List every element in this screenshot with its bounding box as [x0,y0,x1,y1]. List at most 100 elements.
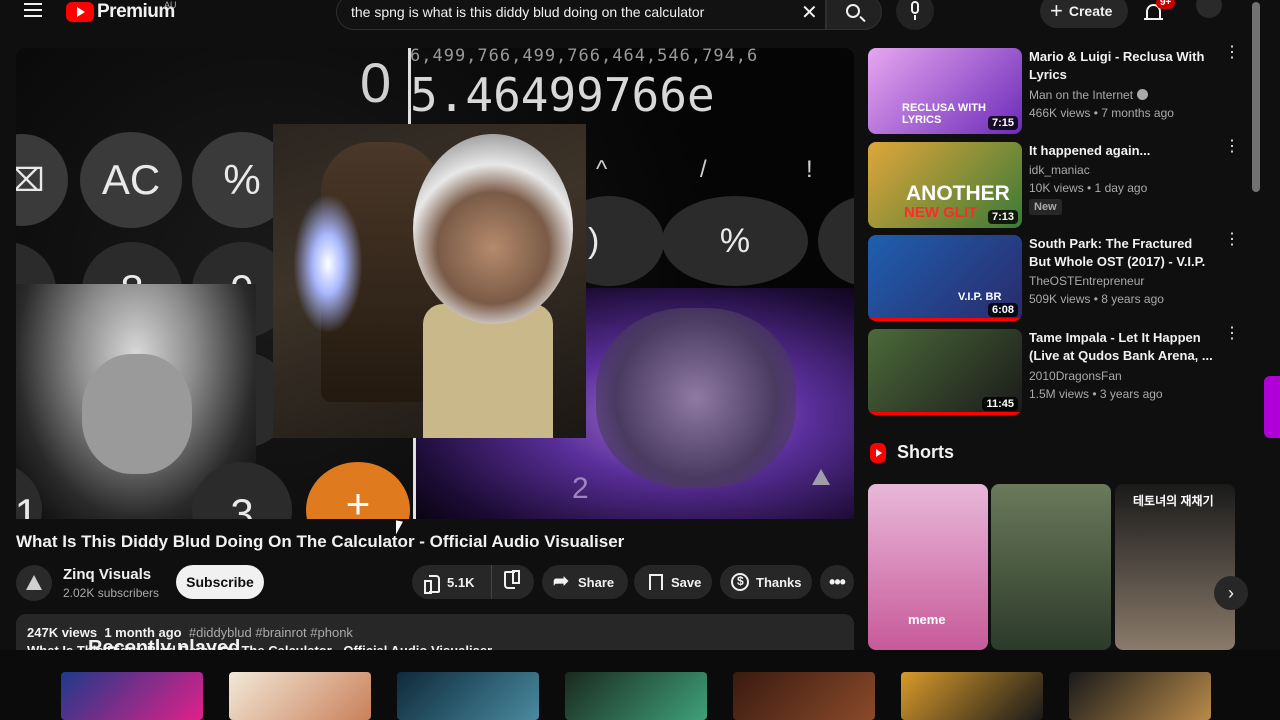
channel-watermark-icon[interactable] [812,469,830,485]
subscribe-button[interactable]: Subscribe [176,565,264,599]
recommendation-item[interactable]: ANOTHER NEW GLIT 7:13 It happened again.… [868,139,1240,228]
top-bar: Premium AU ✕ + Create 9+ [0,0,1280,30]
calc-key-percent-2: % [662,196,808,286]
bookmark-icon [646,573,664,591]
shorts-icon [870,442,886,463]
youtube-premium-logo[interactable]: Premium AU [66,0,177,23]
menu-icon[interactable] [24,3,44,19]
watch-progress-bar [868,318,1022,321]
create-label: Create [1068,3,1113,19]
more-options-icon[interactable]: ⋮ [1224,326,1240,342]
video-meta: 509K views • 8 years ago [1029,292,1164,306]
microphone-icon [911,1,919,14]
like-dislike-group: 5.1K [412,565,534,599]
album-cover[interactable] [397,672,539,720]
share-icon [553,570,571,593]
more-options-icon[interactable]: ⋮ [1224,232,1240,248]
video-title[interactable]: Mario & Luigi - Reclusa With Lyrics [1029,48,1213,84]
video-title[interactable]: South Park: The Fractured But Whole OST … [1029,235,1213,271]
video-thumbnail[interactable]: V.I.P. BR 6:08 [868,235,1022,321]
search-icon [846,4,860,18]
save-label: Save [671,574,702,590]
youtube-play-icon [66,2,94,22]
calc-key-2: 2 [572,472,589,505]
account-avatar[interactable] [1196,0,1222,18]
video-thumbnail[interactable]: ANOTHER NEW GLIT 7:13 [868,142,1022,228]
video-meta: 1.5M views • 3 years ago [1029,387,1163,401]
voice-search-button[interactable] [896,0,934,30]
video-meta: 466K views • 7 months ago [1029,106,1174,120]
more-actions-button[interactable]: ••• [820,565,854,599]
thumbnail-text: V.I.P. BR [958,291,1002,303]
tesla-einstein-image [273,124,586,438]
create-button[interactable]: + Create [1040,0,1128,28]
share-label: Share [578,574,615,590]
calc-cursor-lower [413,438,416,519]
video-title[interactable]: It happened again... [1029,142,1213,160]
thumbs-down-icon [504,573,522,591]
channel-name[interactable]: TheOSTEntrepreneur [1029,274,1144,288]
subscriber-count: 2.02K subscribers [63,586,160,600]
thumbnail-text: ANOTHER [906,182,1010,205]
save-button[interactable]: Save [634,565,712,599]
album-cover[interactable] [733,672,875,720]
channel-logo-icon [26,575,42,590]
recommendation-item[interactable]: RECLUSA WITH LYRICS 7:15 Mario & Luigi -… [868,45,1240,134]
video-duration: 6:08 [987,303,1018,317]
video-thumbnail[interactable]: RECLUSA WITH LYRICS 7:15 [868,48,1022,134]
short-video[interactable]: meme [868,484,988,650]
channel-name[interactable]: Man on the Internet [1029,88,1149,102]
calc-op-caret: ^ [596,156,608,183]
short-video[interactable] [991,484,1111,650]
short-caption: meme [908,612,946,627]
video-thumbnail[interactable]: 11:45 [868,329,1022,415]
thanks-button[interactable]: Thanks [720,565,812,599]
video-title: What Is This Diddy Blud Doing On The Cal… [16,532,625,551]
thumbs-up-icon [422,573,440,594]
short-video[interactable]: 테토녀의 재채기 [1115,484,1235,650]
calc-display-top: 6,499,766,499,766,464,546,794,6 [410,48,759,66]
plus-icon: + [1050,0,1063,23]
album-cover[interactable] [1069,672,1211,720]
shorts-header: Shorts [870,442,954,463]
dislike-button[interactable] [492,565,534,599]
channel-name[interactable]: Zinq Visuals [63,566,151,583]
more-options-icon[interactable]: ⋮ [1224,45,1240,61]
thanks-label: Thanks [756,574,802,590]
scrollbar[interactable] [1252,2,1260,192]
calc-op-bang: ! [806,156,813,183]
video-duration: 7:13 [987,210,1018,224]
like-count: 5.1K [447,574,475,590]
album-cover[interactable] [61,672,203,720]
more-options-icon[interactable]: ⋮ [1224,139,1240,155]
shorts-next-button[interactable]: › [1214,576,1248,610]
region-code: AU [164,0,177,10]
clear-search-icon[interactable]: ✕ [801,3,818,23]
album-cover[interactable] [229,672,371,720]
album-cover[interactable] [565,672,707,720]
calc-op-slash: / [700,156,707,183]
channel-name[interactable]: idk_maniac [1029,163,1090,177]
calc-zero: 0 [360,51,392,114]
search-button[interactable] [826,0,882,30]
notification-badge: 9+ [1156,0,1176,9]
share-button[interactable]: Share [542,565,628,599]
thanks-icon [731,573,749,591]
search-input[interactable] [351,1,791,23]
shorts-title: Shorts [897,442,955,462]
like-button[interactable]: 5.1K [412,565,492,599]
calc-display-main: 5.46499766e [410,68,715,122]
thumbnail-text-2: NEW GLIT [904,204,978,221]
watch-progress-bar [868,412,1022,415]
channel-name[interactable]: 2010DragonsFan [1029,369,1122,383]
video-duration: 11:45 [982,397,1018,411]
recommendation-item[interactable]: V.I.P. BR 6:08 South Park: The Fractured… [868,232,1240,321]
channel-avatar[interactable] [16,565,52,601]
short-caption: 테토녀의 재채기 [1133,494,1214,508]
album-cover[interactable] [901,672,1043,720]
calculator-display: 6,499,766,499,766,464,546,794,6 5.464997… [410,48,854,123]
calc-key-clear: AC [80,132,182,228]
video-player[interactable]: 0 6,499,766,499,766,464,546,794,6 5.4649… [16,48,854,519]
video-title[interactable]: Tame Impala - Let It Happen (Live at Qud… [1029,329,1213,365]
recommendation-item[interactable]: 11:45 Tame Impala - Let It Happen (Live … [868,326,1240,415]
